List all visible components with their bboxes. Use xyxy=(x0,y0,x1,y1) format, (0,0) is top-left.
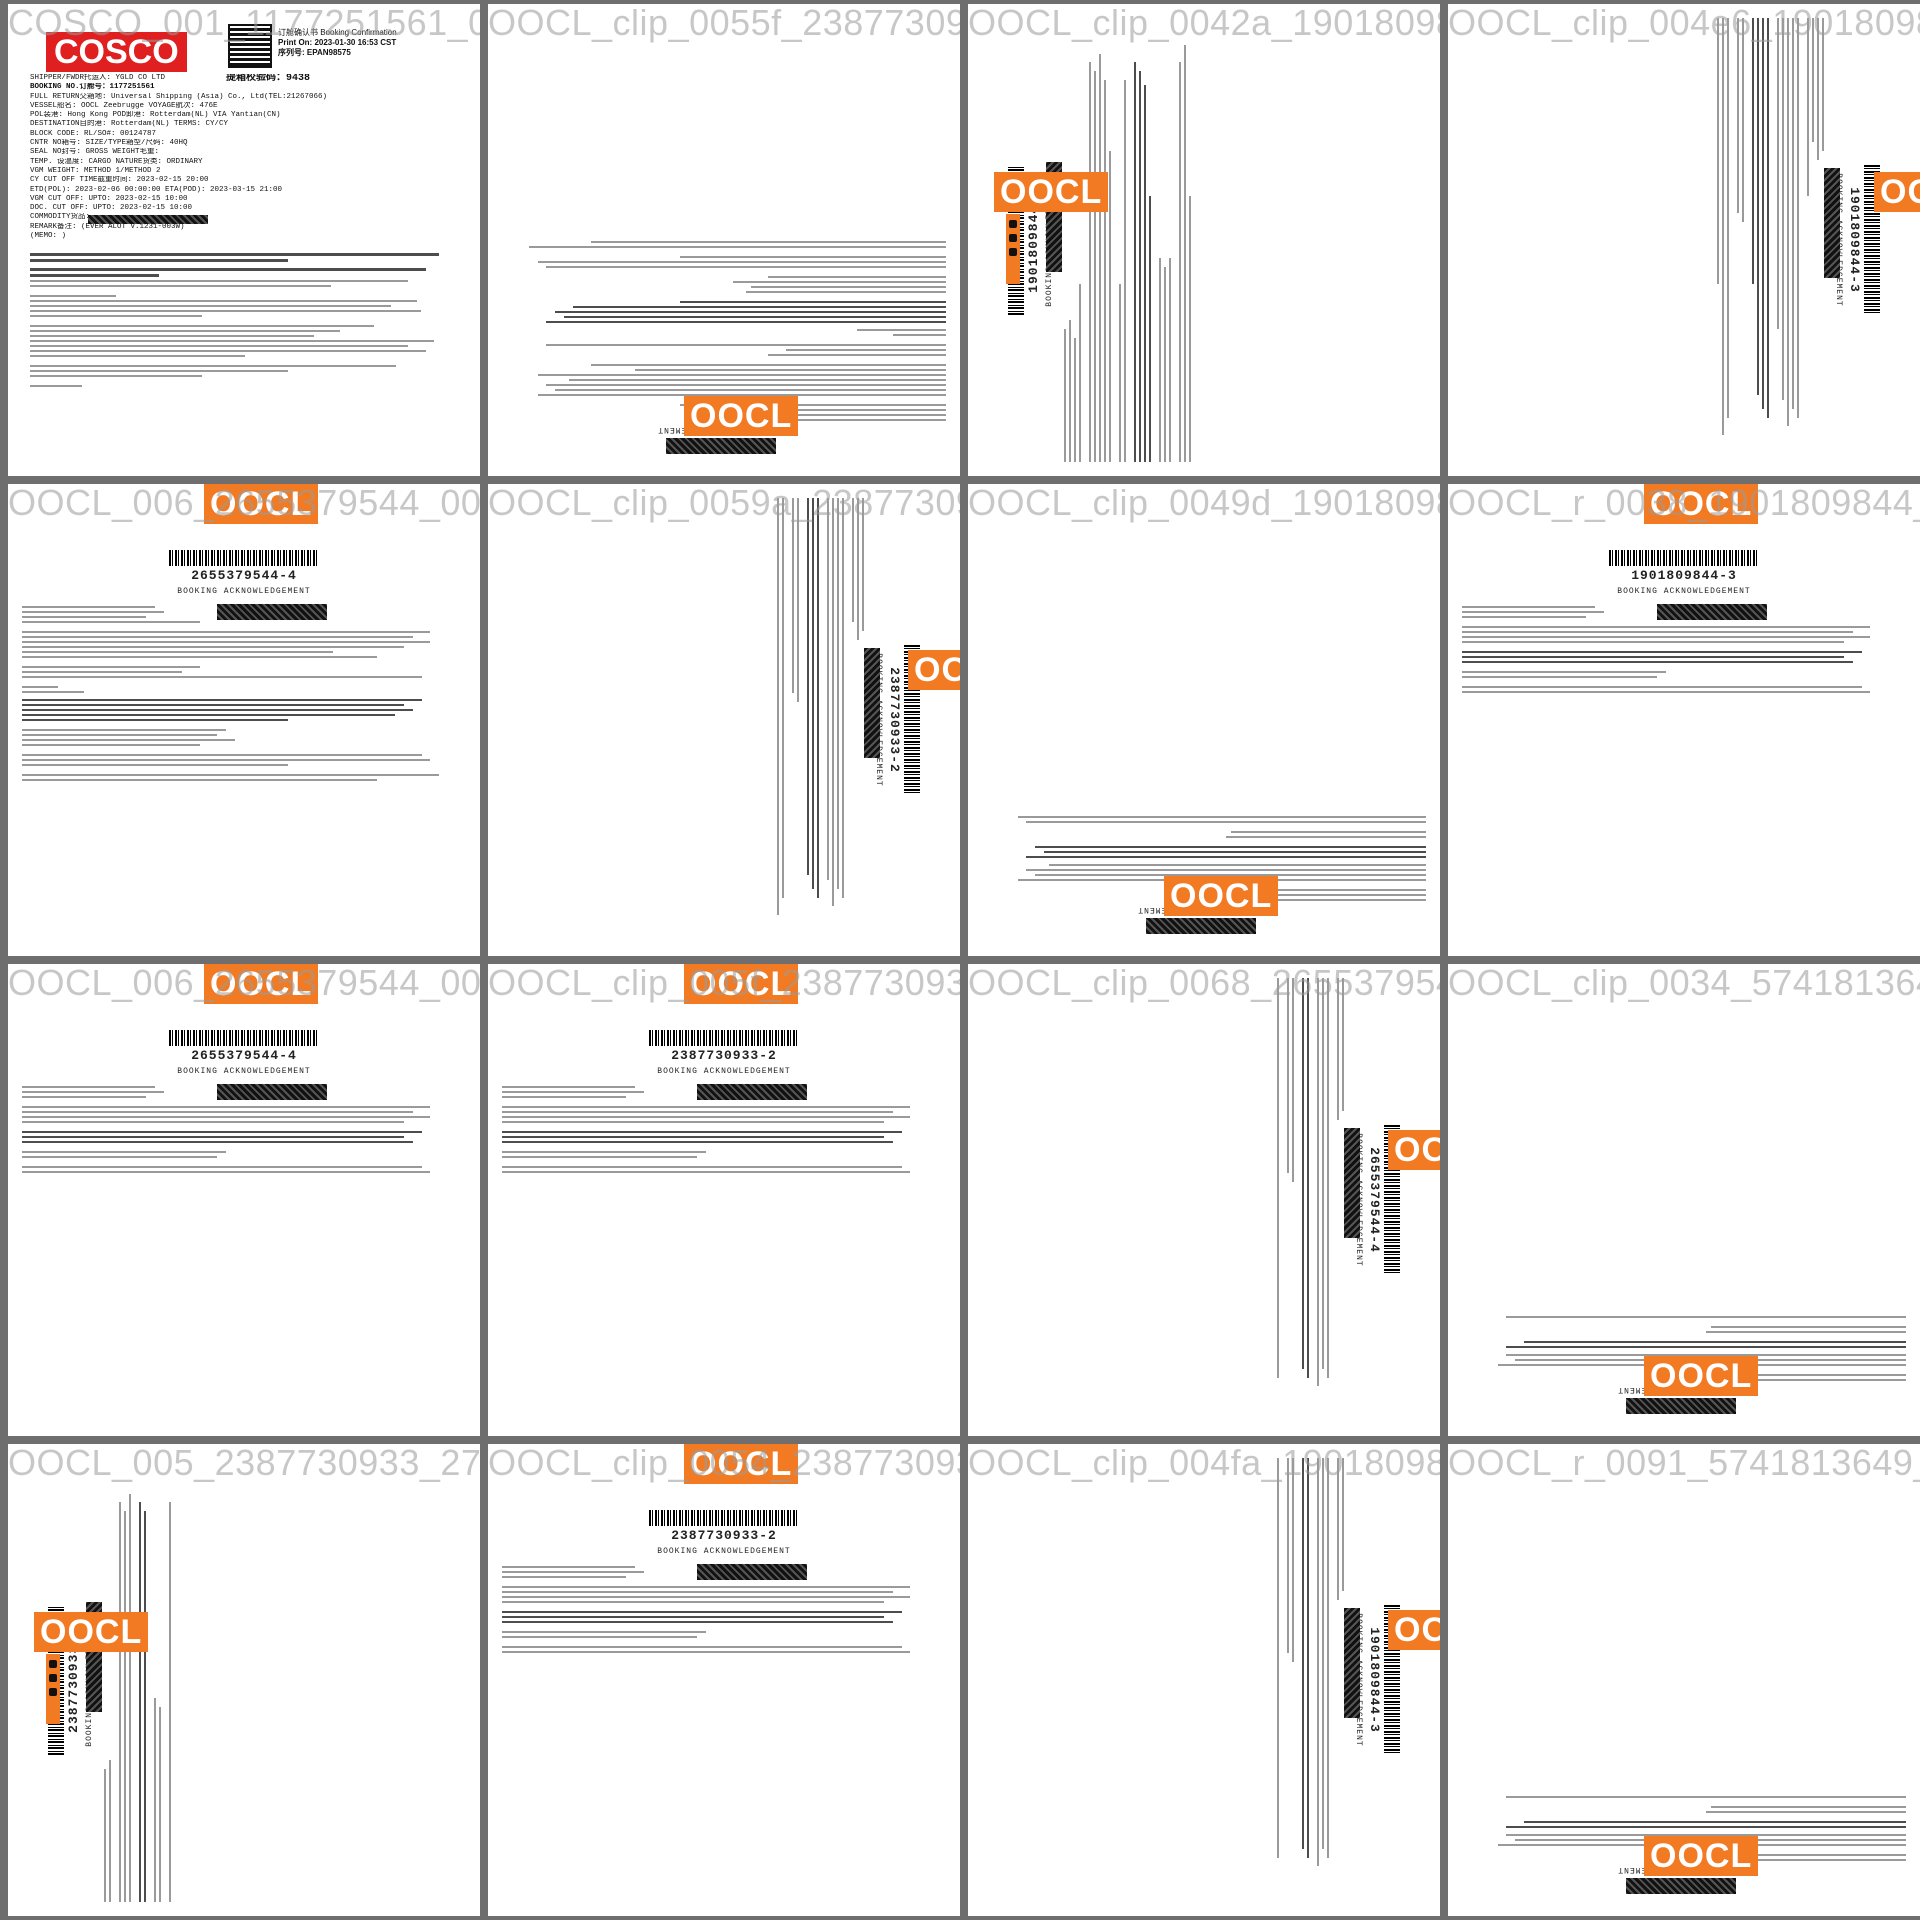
oocl-stamp xyxy=(1006,214,1020,284)
oocl-logo: OOCL xyxy=(1388,1610,1440,1650)
doc-thumbnail[interactable]: 1901809844-3 BOOKING ACKNOWLEDGEMENT OOC… xyxy=(1448,4,1920,476)
oocl-logo: OOCL xyxy=(994,172,1109,212)
doc-thumbnail-cosco[interactable]: COSCO 订舱确认书 Booking Confirmation Print O… xyxy=(8,4,480,476)
oocl-logo: OOCL xyxy=(1644,1356,1759,1396)
oocl-logo: OOCL xyxy=(1388,1130,1440,1170)
booking-ack-page: 2655379544-4 BOOKING ACKNOWLEDGEMENT xyxy=(8,964,480,1436)
oocl-logo: OOCL xyxy=(34,1612,149,1652)
doc-thumbnail[interactable]: BOOKING ACKNOWLEDGEMENT OOCL OOCL_r_0091… xyxy=(1448,1444,1920,1916)
doc-thumbnail[interactable]: 2387730933-2 BOOKING ACKNOWLEDGEMENT OOC… xyxy=(488,484,960,956)
booking-ack-page: 2387730933-2 BOOKING ACKNOWLEDGEMENT xyxy=(488,484,960,956)
booking-ack-page: 2387730933-2 BOOKING ACKNOWLEDGEMENT xyxy=(488,1444,960,1916)
doc-thumbnail[interactable]: BOOKING ACKNOWLEDGEMENT OOCL OOCL_clip_0… xyxy=(1448,964,1920,1436)
booking-ack-page: 2655379544-4 BOOKING ACKNOWLEDGEMENT xyxy=(8,484,480,956)
doc-thumbnail[interactable]: 2655379544-4 BOOKING ACKNOWLEDGEMENT OOC… xyxy=(968,964,1440,1436)
document-thumbnail-grid: COSCO 订舱确认书 Booking Confirmation Print O… xyxy=(0,0,1920,1920)
booking-ack-page: 1901809844-3 BOOKING ACKNOWLEDGEMENT xyxy=(1448,484,1920,956)
doc-thumbnail[interactable]: 1901809844-3 BOOKING ACKNOWLEDGEMENT OOC… xyxy=(968,1444,1440,1916)
booking-ack-page: 2655379544-4 BOOKING ACKNOWLEDGEMENT xyxy=(968,964,1440,1436)
doc-thumbnail[interactable]: 2387730933-2 BOOKING ACKNOWLEDGEMENT OOC… xyxy=(488,964,960,1436)
doc-thumbnail[interactable]: 1901809844-3 BOOKING ACKNOWLEDGEMENT OOC… xyxy=(968,4,1440,476)
oocl-logo: OOCL xyxy=(1644,484,1759,524)
oocl-logo: OOCL xyxy=(684,1444,799,1484)
oocl-logo: OOCL xyxy=(204,484,319,524)
doc-thumbnail[interactable]: BOOKING ACKNOWLEDGEMENT OOCL OOCL_clip_0… xyxy=(488,4,960,476)
oocl-logo: OOCL xyxy=(684,964,799,1004)
doc-thumbnail[interactable]: 2655379544-4 BOOKING ACKNOWLEDGEMENT OOC… xyxy=(8,964,480,1436)
booking-ack-page: 1901809844-3 BOOKING ACKNOWLEDGEMENT xyxy=(968,4,1440,476)
oocl-logo: OOCL xyxy=(1874,172,1920,212)
qr-code xyxy=(228,24,272,68)
oocl-logo: OOCL xyxy=(204,964,319,1004)
oocl-logo: OOCL xyxy=(908,650,960,690)
doc-thumbnail[interactable]: BOOKING ACKNOWLEDGEMENT OOCL OOCL_clip_0… xyxy=(968,484,1440,956)
booking-ack-page: 1901809844-3 BOOKING ACKNOWLEDGEMENT xyxy=(968,1444,1440,1916)
cosco-logo: COSCO xyxy=(46,32,187,72)
doc-thumbnail[interactable]: 2387730933-2 BOOKING ACKNOWLEDGEMENT OOC… xyxy=(488,1444,960,1916)
doc-thumbnail[interactable]: 2655379544-4 BOOKING ACKNOWLEDGEMENT OOC… xyxy=(8,484,480,956)
doc-thumbnail[interactable]: 2387730933-2 BOOKING ACKNOWLEDGEMENT OOC… xyxy=(8,1444,480,1916)
booking-ack-page: 2387730933-2 BOOKING ACKNOWLEDGEMENT xyxy=(8,1444,480,1916)
doc-thumbnail[interactable]: 1901809844-3 BOOKING ACKNOWLEDGEMENT OOC… xyxy=(1448,484,1920,956)
verify-code: 提箱校验码：9438 xyxy=(226,74,311,84)
booking-ack-page: 1901809844-3 BOOKING ACKNOWLEDGEMENT xyxy=(1448,4,1920,476)
oocl-logo: OOCL xyxy=(1644,1836,1759,1876)
cosco-header: 订舱确认书 Booking Confirmation Print On: 202… xyxy=(278,28,397,57)
oocl-stamp xyxy=(46,1654,60,1724)
oocl-logo: OOCL xyxy=(1164,876,1279,916)
booking-ack-page: 2387730933-2 BOOKING ACKNOWLEDGEMENT xyxy=(488,964,960,1436)
oocl-logo: OOCL xyxy=(684,396,799,436)
cosco-notes xyxy=(30,250,460,390)
redaction-block xyxy=(88,215,208,224)
